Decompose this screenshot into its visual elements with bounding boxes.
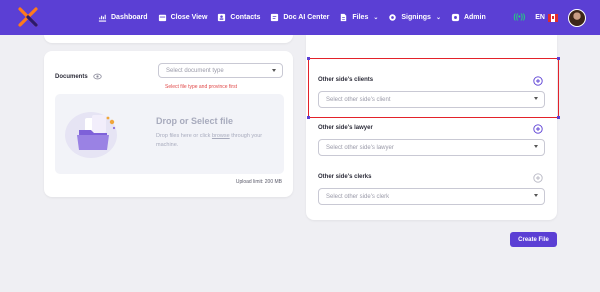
dropzone-text-before: Drop files here or click	[156, 133, 211, 139]
nav-files-label: Files	[352, 14, 369, 21]
document-type-error: Select file type and province first	[165, 84, 237, 90]
highlight-box	[308, 58, 559, 118]
gear-icon	[389, 14, 397, 21]
chart-icon	[98, 14, 107, 22]
nav-doc-ai-center-label: Doc AI Center	[283, 14, 330, 21]
nav-contacts-label: Contacts	[230, 14, 261, 21]
nav-doc-ai-center[interactable]: Doc AI Center	[270, 13, 329, 22]
clerks-placeholder: Select other side's clerk	[326, 193, 390, 200]
contact-card-icon	[218, 13, 226, 22]
nav-contacts[interactable]: Contacts	[217, 13, 260, 22]
chevron-down-icon: ⌄	[435, 15, 441, 21]
add-lawyer-icon[interactable]	[533, 124, 543, 134]
nav-dashboard-label: Dashboard	[111, 14, 148, 21]
chevron-down-icon	[272, 69, 276, 72]
highlight-handle	[557, 116, 560, 119]
highlight-handle	[307, 57, 310, 60]
lawyer-placeholder: Select other side's lawyer	[326, 144, 394, 151]
document-type-placeholder: Select document type	[166, 67, 224, 74]
browse-link[interactable]: browse	[212, 133, 230, 139]
add-clerk-icon[interactable]	[533, 173, 543, 183]
documents-card: Documents Select document type Select fi…	[44, 51, 293, 197]
clerks-label: Other side's clerks	[318, 174, 372, 180]
signal-icon: ((•))	[513, 14, 526, 21]
documents-label: Documents	[55, 73, 88, 80]
nav-admin[interactable]: Admin	[451, 13, 486, 22]
lawyer-label: Other side's lawyer	[318, 125, 373, 131]
user-avatar[interactable]	[568, 8, 586, 27]
highlight-handle	[557, 57, 560, 60]
documents-heading: Documents	[55, 73, 102, 80]
card-top-left	[44, 35, 293, 43]
shield-icon	[451, 13, 460, 22]
chevron-down-icon: ⌄	[373, 15, 379, 21]
create-file-button[interactable]: Create File	[510, 232, 557, 247]
dropzone-subtitle: Drop files here or click browse through …	[156, 132, 281, 150]
nav-signings[interactable]: Signings ⌄	[388, 13, 441, 22]
language-label: EN	[535, 14, 545, 21]
nav-dashboard[interactable]: Dashboard	[98, 13, 148, 22]
highlight-handle	[307, 116, 310, 119]
top-navbar: Dashboard Close View Contacts Doc AI Cen…	[0, 0, 600, 35]
main-nav: Dashboard Close View Contacts Doc AI Cen…	[98, 0, 486, 35]
lawyer-select[interactable]: Select other side's lawyer	[318, 139, 545, 156]
nav-signings-label: Signings	[401, 14, 431, 21]
document-type-select[interactable]: Select document type	[158, 63, 283, 78]
eye-icon[interactable]	[93, 73, 102, 80]
calendar-icon	[158, 14, 166, 22]
canada-flag-icon	[548, 13, 558, 22]
chevron-down-icon	[534, 194, 538, 197]
file-icon	[341, 13, 347, 22]
nav-close-view-label: Close View	[170, 14, 208, 21]
folder-illustration	[65, 112, 117, 158]
document-icon	[271, 13, 279, 22]
header-tools: ((•)) EN	[513, 0, 586, 35]
clerks-select[interactable]: Select other side's clerk	[318, 188, 545, 205]
chevron-down-icon	[534, 145, 538, 148]
file-dropzone[interactable]: Drop or Select file Drop files here or c…	[55, 94, 284, 174]
app-logo[interactable]	[18, 7, 38, 27]
nav-files[interactable]: Files ⌄	[339, 13, 378, 22]
nav-admin-label: Admin	[463, 14, 486, 21]
language-selector[interactable]: EN	[535, 13, 558, 22]
nav-close-view[interactable]: Close View	[158, 13, 208, 22]
dropzone-title: Drop or Select file	[156, 116, 234, 126]
upload-limit: Upload limit: 200 MB	[235, 179, 282, 185]
